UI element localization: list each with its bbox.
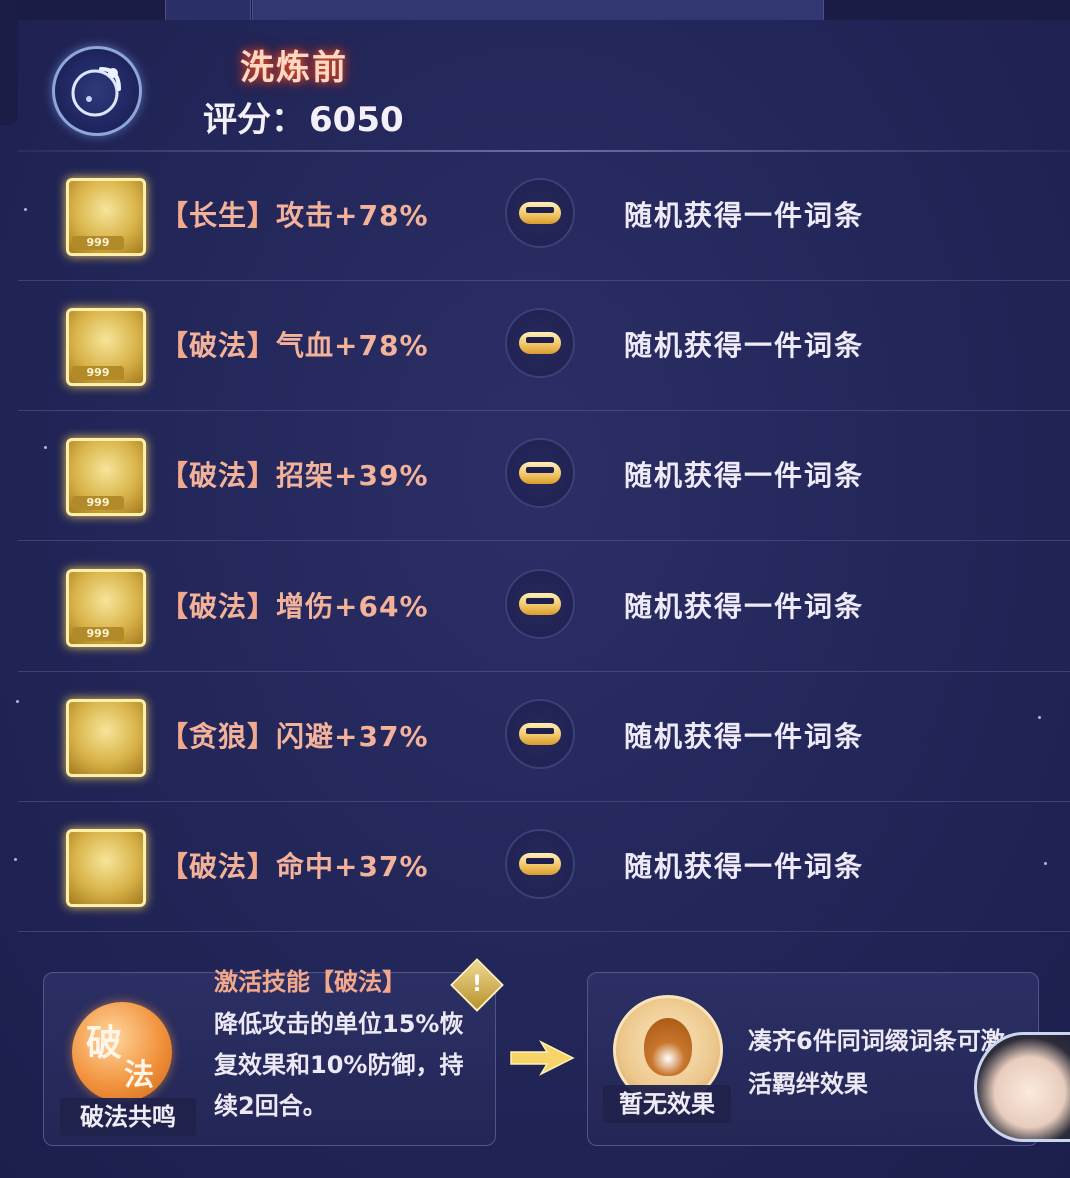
gold-equipment-icon[interactable]: 999 xyxy=(66,308,146,386)
attribute-text: 【破法】气血+78% xyxy=(160,324,429,364)
transform-arrow-icon xyxy=(505,569,575,639)
star-decoration xyxy=(14,858,17,861)
score-display: 评分： 6050 xyxy=(203,92,404,141)
star-decoration xyxy=(24,208,27,211)
result-text: 随机获得一件词条 xyxy=(624,850,865,883)
row-divider xyxy=(18,931,1070,932)
attribute-text: 【破法】命中+37% xyxy=(160,845,429,885)
result-text: 随机获得一件词条 xyxy=(624,329,865,362)
warning-glyph: ! xyxy=(471,972,483,997)
attribute-row: 999 【破法】招架+39% 随机获得一件词条 xyxy=(18,410,1070,540)
attribute-text: 【长生】攻击+78% xyxy=(160,194,429,234)
item-badge: 999 xyxy=(72,236,124,250)
gold-equipment-icon[interactable]: 999 xyxy=(66,569,146,647)
tag-bracket-open: 【 xyxy=(160,329,190,362)
skill-heading: 激活技能【破法】 xyxy=(214,968,406,996)
item-badge: 999 xyxy=(72,496,124,510)
attribute-stat: 气血+78% xyxy=(276,329,429,362)
tag-bracket-close: 】 xyxy=(247,199,277,232)
item-badge: 999 xyxy=(72,366,124,380)
tag-bracket-open: 【 xyxy=(160,199,190,232)
skill-orb-char: 破 xyxy=(86,1022,123,1064)
score-value: 6050 xyxy=(309,100,404,140)
skill-name: 破法共鸣 xyxy=(60,1098,196,1136)
tag-bracket-open: 【 xyxy=(160,850,190,883)
attribute-row: 999 【长生】攻击+78% 随机获得一件词条 xyxy=(18,150,1070,280)
skill-description: 降低攻击的单位15%恢复效果和10%防御，持续2回合。 xyxy=(214,1010,464,1120)
item-badge xyxy=(72,887,124,901)
tag-bracket-open: 【 xyxy=(160,720,190,753)
gold-equipment-icon[interactable]: 999 xyxy=(66,178,146,256)
attribute-stat: 攻击+78% xyxy=(276,199,429,232)
attribute-row: 【破法】命中+37% 随机获得一件词条 xyxy=(18,801,1070,931)
tag-bracket-close: 】 xyxy=(247,590,277,623)
result-text: 随机获得一件词条 xyxy=(624,459,865,492)
tag-bracket-close: 】 xyxy=(247,850,277,883)
result-text: 随机获得一件词条 xyxy=(624,590,865,623)
transform-arrow-icon xyxy=(505,829,575,899)
attribute-text: 【贪狼】闪避+37% xyxy=(160,715,429,755)
attribute-text: 【破法】增伤+64% xyxy=(160,585,429,625)
attribute-tag: 破法 xyxy=(189,850,248,883)
tag-bracket-close: 】 xyxy=(247,329,277,362)
attribute-row: 【贪狼】闪避+37% 随机获得一件词条 xyxy=(18,671,1070,801)
tag-bracket-close: 】 xyxy=(247,720,277,753)
page-title: 洗炼前 xyxy=(240,48,348,88)
tag-bracket-open: 【 xyxy=(160,590,190,623)
attribute-tag: 破法 xyxy=(189,459,248,492)
star-decoration xyxy=(44,446,47,449)
left-strip xyxy=(0,0,18,125)
star-decoration xyxy=(16,700,19,703)
result-text: 随机获得一件词条 xyxy=(624,199,865,232)
moon-emblem-icon xyxy=(52,46,142,136)
attribute-tag: 贪狼 xyxy=(189,720,248,753)
gold-equipment-icon[interactable] xyxy=(66,699,146,777)
bond-status: 暂无效果 xyxy=(603,1085,731,1123)
skill-orb-icon[interactable]: 破 法 xyxy=(72,1002,172,1102)
tag-bracket-close: 】 xyxy=(247,459,277,492)
item-badge xyxy=(72,757,124,771)
attribute-row: 999 【破法】气血+78% 随机获得一件词条 xyxy=(18,280,1070,410)
attribute-stat: 命中+37% xyxy=(276,850,429,883)
gold-equipment-icon[interactable] xyxy=(66,829,146,907)
star-decoration xyxy=(1044,862,1047,865)
arrow-right-icon xyxy=(510,1040,575,1076)
attribute-row: 999 【破法】增伤+64% 随机获得一件词条 xyxy=(18,541,1070,671)
skill-orb-char: 法 xyxy=(124,1058,154,1093)
transform-arrow-icon xyxy=(505,699,575,769)
top-bar xyxy=(0,0,1070,20)
score-label: 评分： xyxy=(203,100,305,140)
avatar[interactable] xyxy=(974,1032,1070,1142)
star-decoration xyxy=(1038,716,1041,719)
transform-arrow-icon xyxy=(505,438,575,508)
tag-bracket-open: 【 xyxy=(160,459,190,492)
attribute-stat: 招架+39% xyxy=(276,459,429,492)
attribute-stat: 增伤+64% xyxy=(276,590,429,623)
transform-arrow-icon xyxy=(505,178,575,248)
transform-arrow-icon xyxy=(505,308,575,378)
item-badge: 999 xyxy=(72,627,124,641)
attribute-stat: 闪避+37% xyxy=(276,720,429,753)
attribute-text: 【破法】招架+39% xyxy=(160,454,429,494)
gold-equipment-icon[interactable]: 999 xyxy=(66,438,146,516)
attribute-tag: 长生 xyxy=(189,199,248,232)
result-text: 随机获得一件词条 xyxy=(624,720,865,753)
attribute-tag: 破法 xyxy=(189,329,248,362)
attribute-tag: 破法 xyxy=(189,590,248,623)
